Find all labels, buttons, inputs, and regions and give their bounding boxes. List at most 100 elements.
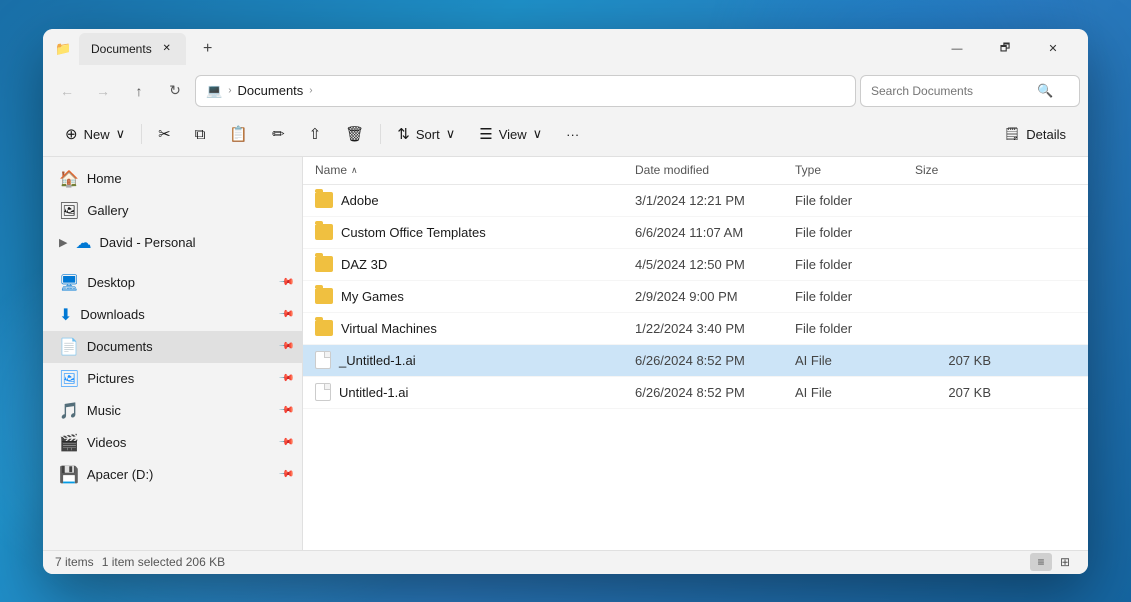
pin-icon: 📌: [277, 306, 294, 323]
sidebar-item-desktop[interactable]: 🖥 Desktop 📌: [43, 267, 302, 299]
new-tab-button[interactable]: +: [194, 35, 222, 63]
column-header-size[interactable]: Size: [903, 157, 1003, 184]
address-chevron-1: ›: [228, 85, 231, 96]
file-type: AI File: [783, 353, 903, 368]
music-icon: 🎵: [59, 401, 79, 421]
back-button[interactable]: ←: [51, 75, 83, 107]
selected-info: 1 item selected 206 KB: [102, 555, 225, 569]
folder-icon: [315, 288, 333, 304]
sidebar-item-label: Music: [87, 403, 121, 418]
tab-documents[interactable]: Documents ✕: [79, 33, 186, 65]
delete-button[interactable]: 🗑: [335, 118, 374, 150]
forward-button[interactable]: →: [87, 75, 119, 107]
file-date: 2/9/2024 9:00 PM: [623, 289, 783, 304]
sidebar-item-label: Videos: [87, 435, 127, 450]
view-button[interactable]: ☰ View ∨: [469, 118, 552, 150]
home-icon: 🏠: [59, 169, 79, 189]
new-button[interactable]: ⊕ New ∨: [55, 118, 135, 150]
details-label: Details: [1026, 127, 1066, 142]
new-label: New: [84, 127, 110, 142]
file-name: My Games: [303, 288, 623, 304]
search-icon: 🔍: [1037, 83, 1053, 99]
search-input[interactable]: [871, 84, 1031, 98]
column-header-name[interactable]: Name ∧: [303, 157, 623, 184]
videos-icon: 🎬: [59, 433, 79, 453]
drive-icon: 💾: [59, 465, 79, 485]
table-row[interactable]: Custom Office Templates 6/6/2024 11:07 A…: [303, 217, 1088, 249]
close-button[interactable]: ✕: [1030, 33, 1076, 65]
view-chevron: ∨: [533, 126, 543, 142]
file-name: Virtual Machines: [303, 320, 623, 336]
copy-button[interactable]: ⧉: [185, 118, 216, 150]
copy-icon: ⧉: [195, 126, 206, 143]
tab-close-button[interactable]: ✕: [160, 42, 174, 56]
table-row[interactable]: My Games 2/9/2024 9:00 PM File folder: [303, 281, 1088, 313]
new-icon: ⊕: [65, 125, 78, 143]
more-button[interactable]: ···: [556, 118, 589, 150]
expand-icon: ▶: [59, 236, 67, 249]
sidebar-item-gallery[interactable]: 🖼 Gallery: [43, 195, 302, 227]
list-view-button[interactable]: ≡: [1030, 553, 1052, 571]
pin-icon: 📌: [277, 274, 294, 291]
sidebar-item-apacer[interactable]: 💾 Apacer (D:) 📌: [43, 459, 302, 491]
statusbar: 7 items 1 item selected 206 KB ≡ ⊞: [43, 550, 1088, 574]
table-row[interactable]: DAZ 3D 4/5/2024 12:50 PM File folder: [303, 249, 1088, 281]
sidebar-item-label: Gallery: [87, 203, 128, 218]
paste-button[interactable]: 📋: [219, 118, 258, 150]
sidebar-item-home[interactable]: 🏠 Home: [43, 163, 302, 195]
folder-icon: [315, 192, 333, 208]
share-button[interactable]: ⇧: [299, 118, 332, 150]
cut-button[interactable]: ✂: [148, 118, 181, 150]
file-rows-container: Adobe 3/1/2024 12:21 PM File folder Cust…: [303, 185, 1088, 409]
file-date: 6/26/2024 8:52 PM: [623, 353, 783, 368]
pin-icon: 📌: [277, 370, 294, 387]
sidebar-item-music[interactable]: 🎵 Music 📌: [43, 395, 302, 427]
folder-icon: [315, 224, 333, 240]
file-icon: [315, 351, 331, 369]
table-row[interactable]: Virtual Machines 1/22/2024 3:40 PM File …: [303, 313, 1088, 345]
details-button[interactable]: 🗒 Details: [994, 118, 1076, 150]
sort-icon: ⇅: [397, 125, 410, 143]
sort-button[interactable]: ⇅ Sort ∨: [387, 118, 465, 150]
downloads-icon: ⬇: [59, 305, 72, 325]
toolbar: ⊕ New ∨ ✂ ⧉ 📋 ✏ ⇧ 🗑 ⇅ Sort ∨ ☰: [43, 113, 1088, 157]
gallery-icon: 🖼: [59, 201, 79, 221]
sidebar-item-videos[interactable]: 🎬 Videos 📌: [43, 427, 302, 459]
view-label: View: [499, 127, 527, 142]
view-icon: ☰: [479, 125, 492, 143]
table-row[interactable]: _Untitled-1.ai 6/26/2024 8:52 PM AI File…: [303, 345, 1088, 377]
column-header-date[interactable]: Date modified: [623, 157, 783, 184]
sidebar-item-david[interactable]: ▶ ☁ David - Personal: [43, 227, 302, 259]
minimize-button[interactable]: —: [934, 33, 980, 65]
column-header-type[interactable]: Type: [783, 157, 903, 184]
address-chevron-2: ›: [309, 85, 312, 96]
cloud-icon: ☁: [75, 233, 91, 253]
file-list: Name ∧ Date modified Type Size Adobe 3/1…: [303, 157, 1088, 550]
search-bar[interactable]: 🔍: [860, 75, 1080, 107]
up-button[interactable]: ↑: [123, 75, 155, 107]
file-date: 1/22/2024 3:40 PM: [623, 321, 783, 336]
grid-view-button[interactable]: ⊞: [1054, 553, 1076, 571]
sidebar-item-pictures[interactable]: 🖼 Pictures 📌: [43, 363, 302, 395]
sidebar-item-downloads[interactable]: ⬇ Downloads 📌: [43, 299, 302, 331]
pin-icon: 📌: [277, 338, 294, 355]
sidebar-item-documents[interactable]: 📄 Documents 📌: [43, 331, 302, 363]
pin-icon: 📌: [277, 466, 294, 483]
address-bar[interactable]: 💻 › Documents ›: [195, 75, 856, 107]
folder-icon: [315, 320, 333, 336]
file-name: Untitled-1.ai: [303, 383, 623, 401]
pin-icon: 📌: [277, 402, 294, 419]
table-row[interactable]: Adobe 3/1/2024 12:21 PM File folder: [303, 185, 1088, 217]
table-row[interactable]: Untitled-1.ai 6/26/2024 8:52 PM AI File …: [303, 377, 1088, 409]
view-toggle: ≡ ⊞: [1030, 553, 1076, 571]
file-name: Custom Office Templates: [303, 224, 623, 240]
rename-button[interactable]: ✏: [262, 118, 295, 150]
file-explorer-window: 📁 Documents ✕ + — 🗗 ✕ ← → ↑ ↻ 💻 › Docume…: [43, 29, 1088, 574]
file-size: 207 KB: [903, 353, 1003, 368]
sidebar-item-label: David - Personal: [99, 235, 195, 250]
refresh-button[interactable]: ↻: [159, 75, 191, 107]
sidebar-item-label: Apacer (D:): [87, 467, 153, 482]
sidebar: 🏠 Home 🖼 Gallery ▶ ☁ David - Personal 🖥 …: [43, 157, 303, 550]
sidebar-item-label: Pictures: [87, 371, 134, 386]
maximize-button[interactable]: 🗗: [982, 33, 1028, 65]
